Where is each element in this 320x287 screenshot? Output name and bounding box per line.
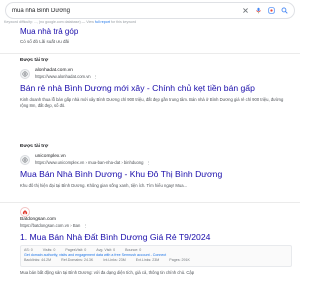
sponsored-label: Được tài trợ: [20, 144, 49, 149]
globe-icon: [20, 68, 30, 79]
result-url: https://batdongsan.com.vn › Ban: [20, 222, 81, 228]
globe-icon: [20, 154, 30, 165]
more-options-icon[interactable]: ⋮: [146, 160, 150, 165]
ad-result: Được tài trợ unicomplex.vn https://www.u…: [20, 144, 292, 189]
ad-source[interactable]: alonhadat.com.vn https://www.alonhadat.c…: [20, 68, 292, 79]
lens-icon[interactable]: [268, 7, 275, 14]
mic-icon[interactable]: [255, 7, 262, 14]
result-source[interactable]: Batdongsan.com https://batdongsan.com.vn…: [20, 207, 292, 228]
ad-url: https://www.unicomplex.vn › mua-ban-nha-…: [35, 159, 144, 165]
seo-extension-bar: Keyword difficulty: ..., (no google.com …: [4, 20, 136, 24]
clear-icon[interactable]: [242, 7, 249, 14]
metric: Ext.Links: 23M: [135, 258, 160, 263]
ad-title-link[interactable]: Mua Bán Nhà Bình Dương - Khu Đô Thị Bình…: [20, 169, 292, 179]
divider: [0, 202, 300, 203]
more-options-icon[interactable]: ⋮: [94, 74, 98, 79]
seo-bar-tail: for this keyword: [110, 20, 137, 24]
ad-source[interactable]: unicomplex.vn https://www.unicomplex.vn …: [20, 154, 292, 165]
metric: Ref.Domains: 24.3K: [61, 258, 94, 263]
result-title-link[interactable]: 1. Mua Bán Nhà Đất Bình Dương Giá Rẻ T9/…: [20, 232, 292, 242]
organic-result: Batdongsan.com https://batdongsan.com.vn…: [20, 207, 292, 276]
more-options-icon[interactable]: ⋮: [83, 223, 87, 228]
house-icon: [20, 207, 30, 217]
ad-result: Được tài trợ alonhadat.com.vn https://ww…: [20, 58, 292, 109]
semrush-metrics-box: AS: 0 Visits: 0 PagesVisit: 0 Avg. Visit…: [20, 245, 292, 267]
seo-bar-text: Keyword difficulty: ..., (no google.com …: [4, 20, 94, 24]
ad-snippet: Kinh doanh thua lỗ bán gấp nhà mới xây B…: [20, 97, 284, 108]
divider: [0, 53, 300, 54]
seo-full-report-link[interactable]: full report: [95, 20, 110, 24]
ad-snippet: Khu đô thị hiện đại tại Bình Dương. Khôn…: [20, 183, 188, 188]
result-snippet: Mua bán bất động sản tại Bình Dương: với…: [20, 269, 195, 275]
prev-result-subtitle: Có sổ đỏ Lãi suất ưu đãi: [20, 39, 70, 44]
search-box[interactable]: mua nhà Bình Dương: [5, 2, 295, 19]
metric: Backlinks: 44.2M: [24, 258, 52, 263]
search-icon[interactable]: [281, 7, 288, 14]
semrush-row: Backlinks: 44.2M Ref.Domains: 24.3K Int.…: [24, 258, 288, 263]
metric: Int.Links: 23M: [103, 258, 126, 263]
search-input[interactable]: mua nhà Bình Dương: [12, 8, 242, 14]
sponsored-label: Được tài trợ: [20, 58, 49, 63]
ad-title-link[interactable]: Bán rẻ nhà Bình Dương mới xây - Chính ch…: [20, 83, 292, 93]
metric: Pages: 291K: [169, 258, 190, 263]
prev-result-title[interactable]: Mua nhà trả góp: [20, 27, 78, 36]
ad-url: https://www.alonhadat.com.vn: [35, 73, 91, 79]
